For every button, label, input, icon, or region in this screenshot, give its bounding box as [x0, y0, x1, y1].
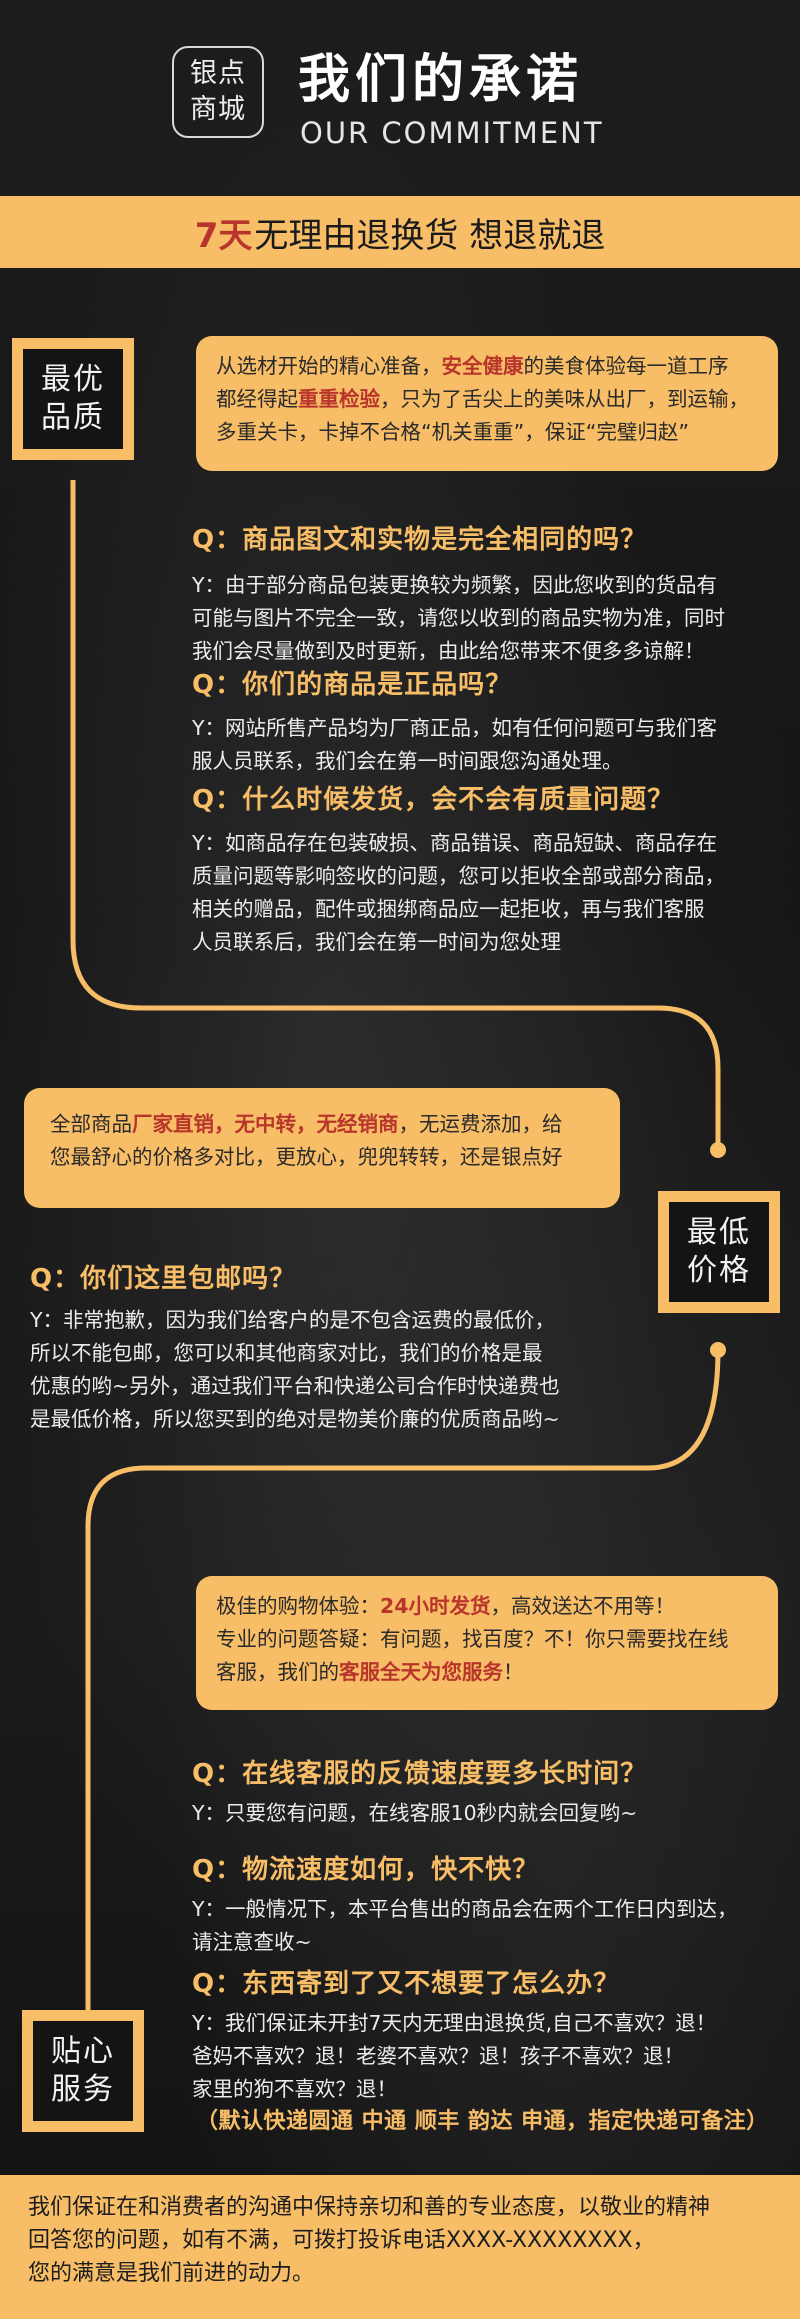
answer-line: 服人员联系，我们会在第一时间跟您沟通处理。	[192, 749, 623, 773]
badge-caring-service: 贴心 服务	[22, 2010, 144, 2132]
answer-line: Y：由于部分商品包装更换较为频繁，因此您收到的货品有	[192, 573, 718, 597]
answer-line: Y：一般情况下，本平台售出的商品会在两个工作日内到达，	[192, 1897, 738, 1921]
courier-note: （默认快递圆通 中通 顺丰 韵达 申通，指定快递可备注）	[196, 2109, 769, 2134]
answer-line: 人员联系后，我们会在第一时间为您处理	[192, 930, 561, 954]
answer-line: 爸妈不喜欢？退！老婆不喜欢？退！孩子不喜欢？退！	[192, 2044, 684, 2068]
badge-label-line-1: 贴心	[51, 2034, 115, 2069]
question: Q：商品图文和实物是完全相同的吗？	[192, 525, 648, 555]
answer-line: 所以不能包邮，您可以和其他商家对比，我们的价格是最	[30, 1341, 543, 1365]
answer-line: Y：只要您有问题，在线客服10秒内就会回复哟~	[192, 1801, 638, 1825]
return-policy-banner: 7天 无理由退换货 想退就退	[0, 196, 800, 268]
qa-item: Q：你们的商品是正品吗？ Y：网站所售产品均为厂商正品，如有任何问题可与我们客 …	[192, 668, 792, 778]
answer-line: 相关的赠品，配件或捆绑商品应一起拒收，再与我们客服	[192, 897, 705, 921]
answer-line: Y：我们保证未开封7天内无理由退换货,自己不喜欢？退！	[192, 2011, 717, 2035]
yindian-mall-logo: 银点 商城	[172, 46, 264, 138]
qa-item: Q：在线客服的反馈速度要多长时间？ Y：只要您有问题，在线客服10秒内就会回复哟…	[192, 1757, 792, 1830]
page-subtitle: OUR COMMITMENT	[300, 116, 604, 150]
price-intro-box: 全部商品厂家直销，无中转，无经销商，无运费添加，给 您最舒心的价格多对比，更放心…	[24, 1088, 620, 1208]
answer-line: 家里的狗不喜欢？退！	[192, 2077, 397, 2101]
answer-line: 是最低价格，所以您买到的绝对是物美价廉的优质商品哟~	[30, 1407, 560, 1431]
badge-label-line-1: 最低	[687, 1215, 751, 1250]
page-title: 我们的承诺	[298, 50, 584, 110]
answer-line: Y：网站所售产品均为厂商正品，如有任何问题可与我们客	[192, 716, 718, 740]
service-intro-box: 极佳的购物体验：24小时发货，高效送达不用等！ 专业的问题答疑：有问题，找百度？…	[196, 1576, 778, 1710]
footer-line: 我们保证在和消费者的沟通中保持亲切和善的专业态度，以敬业的精神	[28, 2195, 711, 2220]
question: Q：物流速度如何，快不快？	[192, 1855, 540, 1885]
answer-line: 优惠的哟~另外，通过我们平台和快递公司合作时快递费也	[30, 1374, 560, 1398]
qa-item: Q：你们这里包邮吗？ Y：非常抱歉，因为我们给客户的是不包含运费的最低价， 所以…	[30, 1262, 620, 1436]
qa-item: Q：什么时候发货，会不会有质量问题？ Y：如商品存在包装破损、商品错误、商品短缺…	[192, 783, 792, 959]
answer-line: 质量问题等影响签收的问题，您可以拒收全部或部分商品，	[192, 864, 725, 888]
commitment-footer: 我们保证在和消费者的沟通中保持亲切和善的专业态度，以敬业的精神 回答您的问题，如…	[0, 2175, 800, 2319]
banner-highlight: 7天	[194, 215, 253, 256]
qa-item: Q：商品图文和实物是完全相同的吗？ Y：由于部分商品包装更换较为频繁，因此您收到…	[192, 523, 792, 668]
logo-line-1: 银点	[190, 58, 246, 89]
answer-line: Y：非常抱歉，因为我们给客户的是不包含运费的最低价，	[30, 1308, 556, 1332]
badge-label-line-1: 最优	[41, 362, 105, 397]
badge-best-quality: 最优 品质	[12, 338, 134, 460]
badge-lowest-price: 最低 价格	[658, 1191, 780, 1313]
answer-line: 我们会尽量做到及时更新，由此给您带来不便多多谅解！	[192, 639, 705, 663]
question: Q：什么时候发货，会不会有质量问题？	[192, 785, 675, 815]
footer-line: 您的满意是我们前进的动力。	[28, 2261, 315, 2286]
answer-line: 可能与图片不完全一致，请您以收到的商品实物为准，同时	[192, 606, 725, 630]
question: Q：你们这里包邮吗？	[30, 1264, 297, 1294]
question: Q：你们的商品是正品吗？	[192, 670, 513, 700]
quality-intro-box: 从选材开始的精心准备，安全健康的美食体验每一道工序 都经得起重重检验，只为了舌尖…	[196, 336, 778, 471]
qa-item: Q：东西寄到了又不想要了怎么办？ Y：我们保证未开封7天内无理由退换货,自己不喜…	[192, 1967, 792, 2106]
footer-line: 回答您的问题，如有不满，可拨打投诉电话XXXX-XXXXXXXX，	[28, 2228, 655, 2253]
question: Q：在线客服的反馈速度要多长时间？	[192, 1759, 648, 1789]
logo-line-2: 商城	[190, 94, 246, 125]
badge-label-line-2: 品质	[41, 400, 105, 435]
badge-label-line-2: 价格	[687, 1253, 751, 1288]
answer-line: Y：如商品存在包装破损、商品错误、商品短缺、商品存在	[192, 831, 718, 855]
answer-line: 请注意查收~	[192, 1930, 312, 1954]
banner-text: 无理由退换货 想退就退	[254, 215, 606, 256]
qa-item: Q：物流速度如何，快不快？ Y：一般情况下，本平台售出的商品会在两个工作日内到达…	[192, 1853, 792, 1959]
badge-label-line-2: 服务	[51, 2072, 115, 2107]
question: Q：东西寄到了又不想要了怎么办？	[192, 1969, 621, 1999]
